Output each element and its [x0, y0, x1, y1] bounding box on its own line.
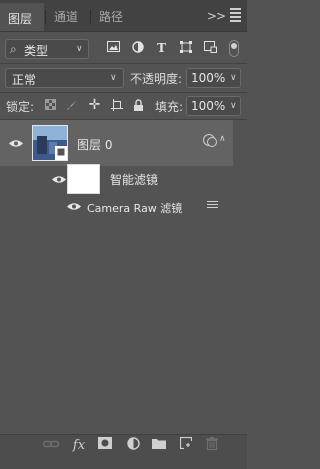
shape-filter-icon[interactable] [178, 41, 193, 56]
chevron-down-icon: ∨ [230, 73, 237, 83]
link-layers-icon[interactable] [42, 437, 60, 455]
blend-mode-select[interactable]: 正常 ∨ [5, 68, 124, 88]
image-filter-icon[interactable] [106, 41, 121, 56]
adjustment-filter-icon[interactable] [130, 41, 145, 56]
blend-mode-value: 正常 [12, 73, 37, 87]
group-folder-icon[interactable] [150, 437, 168, 455]
chevron-down-icon: ∨ [230, 101, 237, 111]
filter-toggle[interactable] [229, 40, 239, 57]
layer-thumbnail[interactable] [32, 125, 68, 161]
delete-layer-icon[interactable] [203, 437, 221, 455]
filter-type-label: 类型 [24, 44, 49, 58]
filter-blending-options-icon[interactable] [207, 201, 218, 210]
fill-value: 100% [191, 99, 226, 113]
smart-object-filter-icon[interactable] [203, 41, 218, 56]
lock-artboard-icon[interactable] [110, 99, 123, 112]
lock-transparent-pixels-icon[interactable] [44, 99, 57, 112]
lock-label: 锁定: [6, 100, 35, 114]
camera-raw-filter-label[interactable]: Camera Raw 滤镜 [87, 200, 182, 216]
fx-icon[interactable]: fx [70, 437, 88, 455]
visibility-eye-icon[interactable] [67, 202, 81, 211]
panel-menu-icon[interactable] [230, 8, 241, 24]
add-mask-icon[interactable] [96, 437, 114, 455]
collapse-icon[interactable]: >> [207, 9, 226, 23]
smart-filter-mask[interactable] [67, 164, 100, 194]
opacity-field[interactable]: 100% ∨ [186, 68, 241, 88]
lock-all-icon[interactable] [132, 99, 145, 112]
opacity-label: 不透明度: [130, 72, 183, 86]
visibility-eye-icon[interactable] [9, 139, 23, 148]
tab-layers[interactable]: 图层 [0, 3, 44, 31]
lock-position-icon[interactable]: ✛ [88, 98, 101, 112]
lock-image-pixels-icon[interactable] [65, 99, 78, 112]
tab-channels[interactable]: 通道 [46, 3, 90, 31]
opacity-value: 100% [191, 71, 226, 85]
smart-filters-label: 智能滤镜 [110, 173, 159, 187]
search-icon: ⌕ [10, 42, 17, 56]
smart-filter-indicator-icon-inner [207, 137, 217, 147]
layer-name[interactable]: 图层 0 [77, 136, 112, 153]
new-layer-icon[interactable] [177, 436, 195, 455]
adjustment-layer-icon[interactable] [124, 437, 142, 455]
tab-paths[interactable]: 路径 [91, 3, 135, 31]
layers-panel: 图层 通道 路径 >> ⌕ 类型 ∨ T 正常 ∨ 不透明度: 100% ∨ 锁… [0, 0, 247, 469]
fill-label: 填充: [155, 100, 184, 114]
type-filter-icon[interactable]: T [154, 41, 169, 56]
fill-field[interactable]: 100% ∨ [186, 96, 241, 116]
divider [0, 92, 247, 93]
filter-type-select[interactable]: ⌕ 类型 ∨ [5, 39, 89, 59]
chevron-down-icon: ∨ [76, 44, 83, 54]
chevron-down-icon: ∨ [110, 73, 117, 83]
collapse-effects-icon[interactable]: ∧ [219, 134, 226, 144]
visibility-eye-icon[interactable] [52, 175, 66, 184]
divider [0, 63, 247, 64]
